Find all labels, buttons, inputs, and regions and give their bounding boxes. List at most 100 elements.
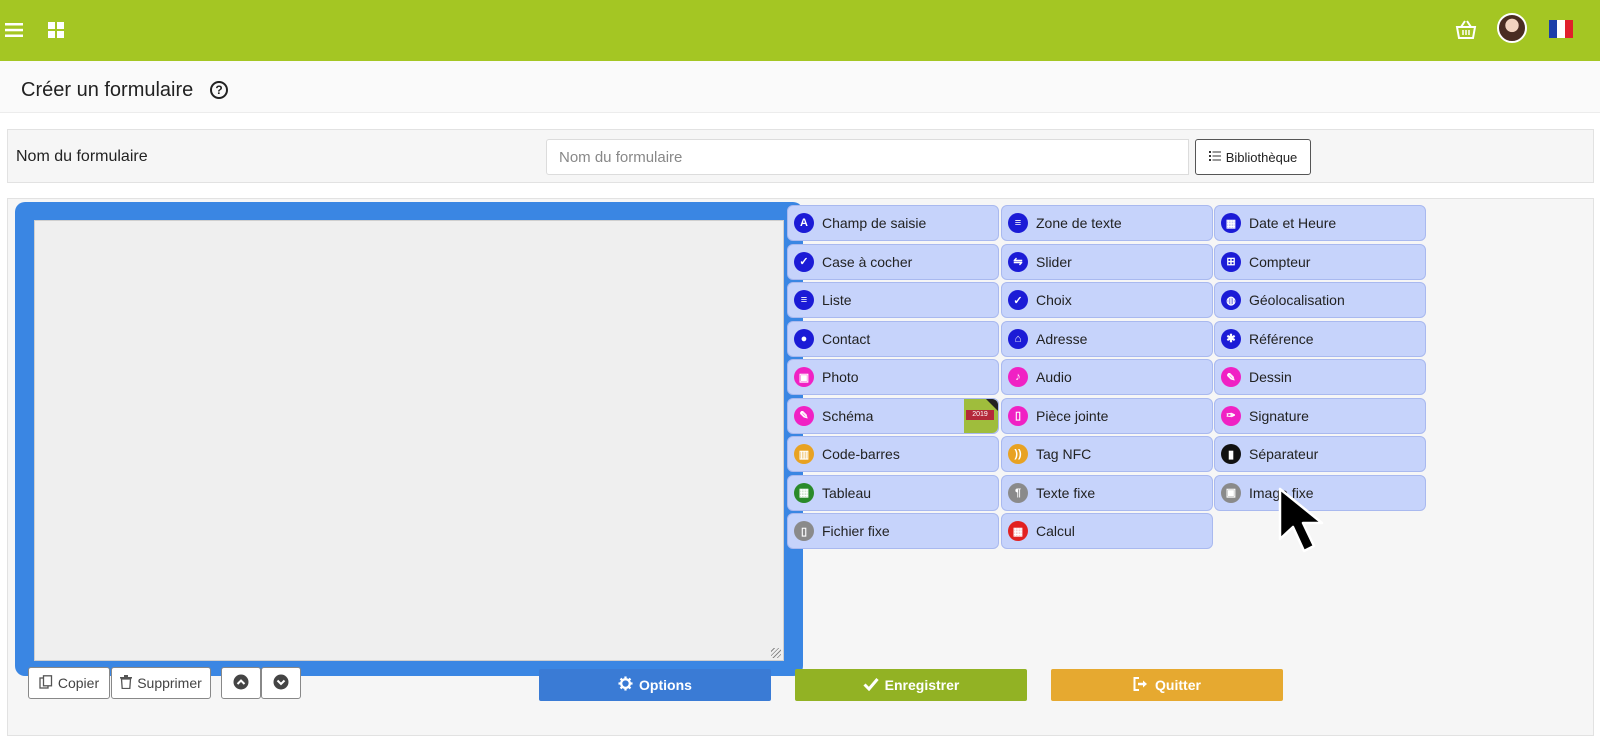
palette-item-compteur[interactable]: ⊞ Compteur: [1214, 243, 1426, 280]
palette-item-liste[interactable]: ≡ Liste: [787, 282, 999, 318]
signature-icon: ✑: [1221, 405, 1241, 426]
palette-item-geolocalisation[interactable]: ◍ Géolocalisation: [1214, 282, 1426, 318]
palette-item-audio[interactable]: ♪ Audio: [1001, 359, 1213, 395]
palette-item-date-et-heure[interactable]: ▦ Date et Heure: [1214, 205, 1426, 241]
copy-icon: [39, 674, 53, 692]
form-name-input[interactable]: [546, 139, 1189, 175]
palette-item-label: Tableau: [822, 484, 872, 501]
palette-item-label: Liste: [822, 292, 852, 308]
palette-item-piece-jointe[interactable]: ▯ Pièce jointe: [1001, 397, 1213, 434]
palette-item-label: Géolocalisation: [1249, 292, 1345, 308]
separateur-icon: ▮: [1221, 444, 1241, 464]
copy-button[interactable]: Copier: [28, 667, 110, 699]
contact-icon: ●: [794, 328, 814, 349]
quit-label: Quitter: [1155, 677, 1201, 693]
palette-item-label: Tag NFC: [1036, 446, 1092, 462]
case-a-cocher-icon: ✓: [794, 251, 814, 272]
save-label: Enregistrer: [884, 677, 960, 693]
resize-handle[interactable]: [771, 648, 781, 658]
form-canvas-frame: [15, 202, 803, 676]
palette-item-label: Compteur: [1249, 253, 1311, 270]
copy-label: Copier: [57, 675, 100, 691]
zone-de-texte-icon: ≡: [1008, 213, 1028, 233]
list-icon: [1208, 150, 1221, 165]
save-button[interactable]: Enregistrer: [795, 669, 1027, 701]
palette-item-zone-de-texte[interactable]: ≡ Zone de texte: [1001, 205, 1213, 241]
palette-item-contact[interactable]: ● Contact: [787, 320, 999, 357]
gear-icon: [618, 676, 633, 694]
form-canvas-dropzone[interactable]: [34, 220, 784, 661]
palette-item-label: Code-barres: [822, 446, 900, 462]
palette-item-tag-nfc[interactable]: )) Tag NFC: [1001, 436, 1213, 472]
palette-item-label: Dessin: [1249, 369, 1292, 385]
palette-item-label: Zone de texte: [1036, 215, 1122, 231]
schema-icon: ✎: [794, 405, 814, 426]
palette-item-texte-fixe[interactable]: ¶ Texte fixe: [1001, 474, 1213, 511]
calcul-icon: ▦: [1008, 521, 1028, 541]
delete-label: Supprimer: [137, 675, 202, 691]
options-label: Options: [639, 677, 692, 693]
form-name-label: Nom du formulaire: [16, 148, 148, 165]
basket-icon[interactable]: [1454, 18, 1478, 42]
palette-item-calcul[interactable]: ▦ Calcul: [1001, 513, 1213, 549]
palette-item-adresse[interactable]: ⌂ Adresse: [1001, 320, 1213, 357]
france-flag-icon[interactable]: [1549, 20, 1573, 38]
fichier-fixe-icon: ▯: [794, 521, 814, 541]
palette-item-label: Contact: [822, 330, 871, 347]
palette-item-label: Champ de saisie: [822, 215, 927, 231]
liste-icon: ≡: [794, 290, 814, 310]
tableau-icon: ▦: [794, 482, 814, 503]
library-button[interactable]: Bibliothèque: [1195, 139, 1311, 175]
move-down-button[interactable]: [261, 667, 301, 699]
trash-icon: [120, 674, 133, 692]
palette-item-choix[interactable]: ✓ Choix: [1001, 282, 1213, 318]
compteur-icon: ⊞: [1221, 251, 1241, 272]
top-bar: [0, 0, 1600, 61]
palette-item-label: Image fixe: [1249, 484, 1314, 501]
apps-grid-icon[interactable]: [44, 18, 68, 42]
palette-item-image-fixe[interactable]: ▣ Image fixe: [1214, 474, 1426, 511]
page-header: Créer un formulaire ?: [0, 61, 1600, 113]
palette-item-label: Choix: [1036, 292, 1072, 308]
palette-item-label: Slider: [1036, 253, 1072, 270]
palette-item-code-barres[interactable]: ▥ Code-barres: [787, 436, 999, 472]
page-title: Créer un formulaire: [21, 79, 194, 101]
palette-item-label: Texte fixe: [1036, 484, 1096, 501]
reference-icon: ✱: [1221, 328, 1241, 349]
palette-item-label: Date et Heure: [1249, 215, 1337, 231]
palette-item-schema[interactable]: ✎ Schéma 2019: [787, 397, 999, 434]
tag-nfc-icon: )): [1008, 444, 1028, 464]
palette-item-separateur[interactable]: ▮ Séparateur: [1214, 436, 1426, 472]
palette-item-signature[interactable]: ✑ Signature: [1214, 397, 1426, 434]
palette-item-label: Pièce jointe: [1036, 407, 1109, 424]
checkmark-icon: [863, 677, 879, 694]
palette-item-tableau[interactable]: ▦ Tableau: [787, 474, 999, 511]
sign-out-icon: [1133, 676, 1149, 694]
palette-item-slider[interactable]: ⇋ Slider: [1001, 243, 1213, 280]
palette-item-label: Photo: [822, 369, 859, 385]
form-name-panel: Nom du formulaire Bibliothèque: [7, 129, 1594, 183]
palette-item-champ-de-saisie[interactable]: A Champ de saisie: [787, 205, 999, 241]
options-button[interactable]: Options: [539, 669, 771, 701]
palette-item-label: Audio: [1036, 369, 1072, 385]
quit-button[interactable]: Quitter: [1051, 669, 1283, 701]
geolocalisation-icon: ◍: [1221, 290, 1241, 310]
palette-item-fichier-fixe[interactable]: ▯ Fichier fixe: [787, 513, 999, 549]
user-avatar[interactable]: [1497, 13, 1527, 43]
photo-icon: ▣: [794, 367, 814, 387]
audio-icon: ♪: [1008, 367, 1028, 387]
hamburger-menu-icon[interactable]: [2, 18, 26, 42]
move-up-button[interactable]: [221, 667, 261, 699]
palette-item-reference[interactable]: ✱ Référence: [1214, 320, 1426, 357]
chevron-up-icon: [233, 674, 249, 693]
choix-icon: ✓: [1008, 290, 1028, 310]
palette-item-photo[interactable]: ▣ Photo: [787, 359, 999, 395]
palette-item-case-a-cocher[interactable]: ✓ Case à cocher: [787, 243, 999, 280]
delete-button[interactable]: Supprimer: [111, 667, 211, 699]
chevron-down-icon: [273, 674, 289, 693]
new-2019-badge: 2019: [964, 398, 998, 433]
palette-item-dessin[interactable]: ✎ Dessin: [1214, 359, 1426, 395]
palette-item-label: Schéma: [822, 407, 874, 424]
help-icon[interactable]: ?: [210, 81, 228, 99]
palette-item-label: Signature: [1249, 407, 1309, 424]
